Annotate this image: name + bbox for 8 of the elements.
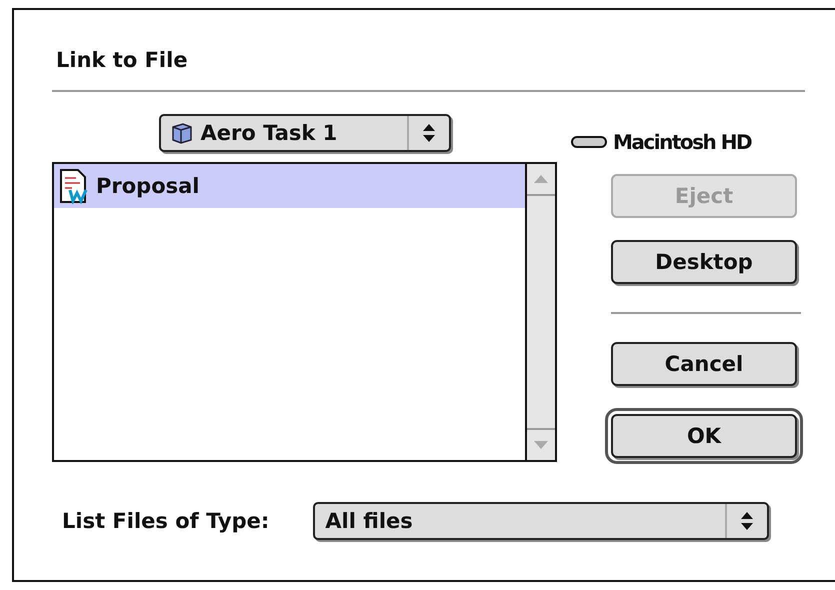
file-type-label: List Files of Type: [62,509,270,533]
window-title: Link to File [55,48,189,72]
file-type-popup[interactable]: All files [313,502,770,540]
dialog-button[interactable]: Desktop [611,240,797,284]
volume-name: Macintosh HD [613,130,752,154]
dialog-button[interactable]: Cancel [611,342,797,386]
folder-popup[interactable]: Aero Task 1 [158,114,450,152]
file-list-item[interactable]: Proposal [54,164,525,208]
